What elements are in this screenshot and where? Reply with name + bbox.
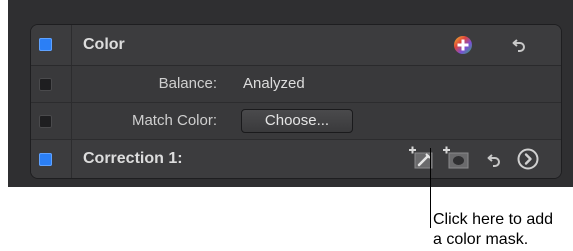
add-shape-mask-icon[interactable] xyxy=(443,146,471,175)
callout-line-1: Click here to add xyxy=(433,211,554,228)
reset-icon[interactable] xyxy=(487,152,503,173)
correction-title: Correction 1: xyxy=(83,150,183,167)
checkbox-column xyxy=(31,66,72,102)
checkbox-column xyxy=(31,140,72,178)
reset-icon[interactable] xyxy=(512,37,528,58)
color-enable-checkbox[interactable] xyxy=(39,38,52,51)
balance-label: Balance: xyxy=(158,75,217,92)
match-color-checkbox[interactable] xyxy=(39,115,52,128)
callout-line xyxy=(430,148,431,228)
color-section-title: Color xyxy=(83,36,125,53)
show-details-icon[interactable] xyxy=(517,148,539,175)
add-color-mask-icon[interactable] xyxy=(409,146,435,175)
match-color-label: Match Color: xyxy=(131,112,217,129)
choose-button[interactable]: Choose... xyxy=(241,109,353,133)
correction-enable-checkbox[interactable] xyxy=(39,153,52,166)
balance-checkbox[interactable] xyxy=(39,78,52,91)
match-color-row: Match Color: Choose... xyxy=(31,103,561,140)
correction-row: Correction 1: xyxy=(31,140,561,178)
inspector-screen: Color Balance: Analyzed Match Color: Cho… xyxy=(8,0,573,187)
color-inspector-panel: Color Balance: Analyzed Match Color: Cho… xyxy=(30,24,562,179)
color-section-header: Color xyxy=(31,25,561,66)
add-effect-icon[interactable] xyxy=(453,35,473,60)
balance-row: Balance: Analyzed xyxy=(31,66,561,103)
checkbox-column xyxy=(31,103,72,139)
checkbox-column xyxy=(31,25,72,65)
balance-value: Analyzed xyxy=(243,75,305,92)
